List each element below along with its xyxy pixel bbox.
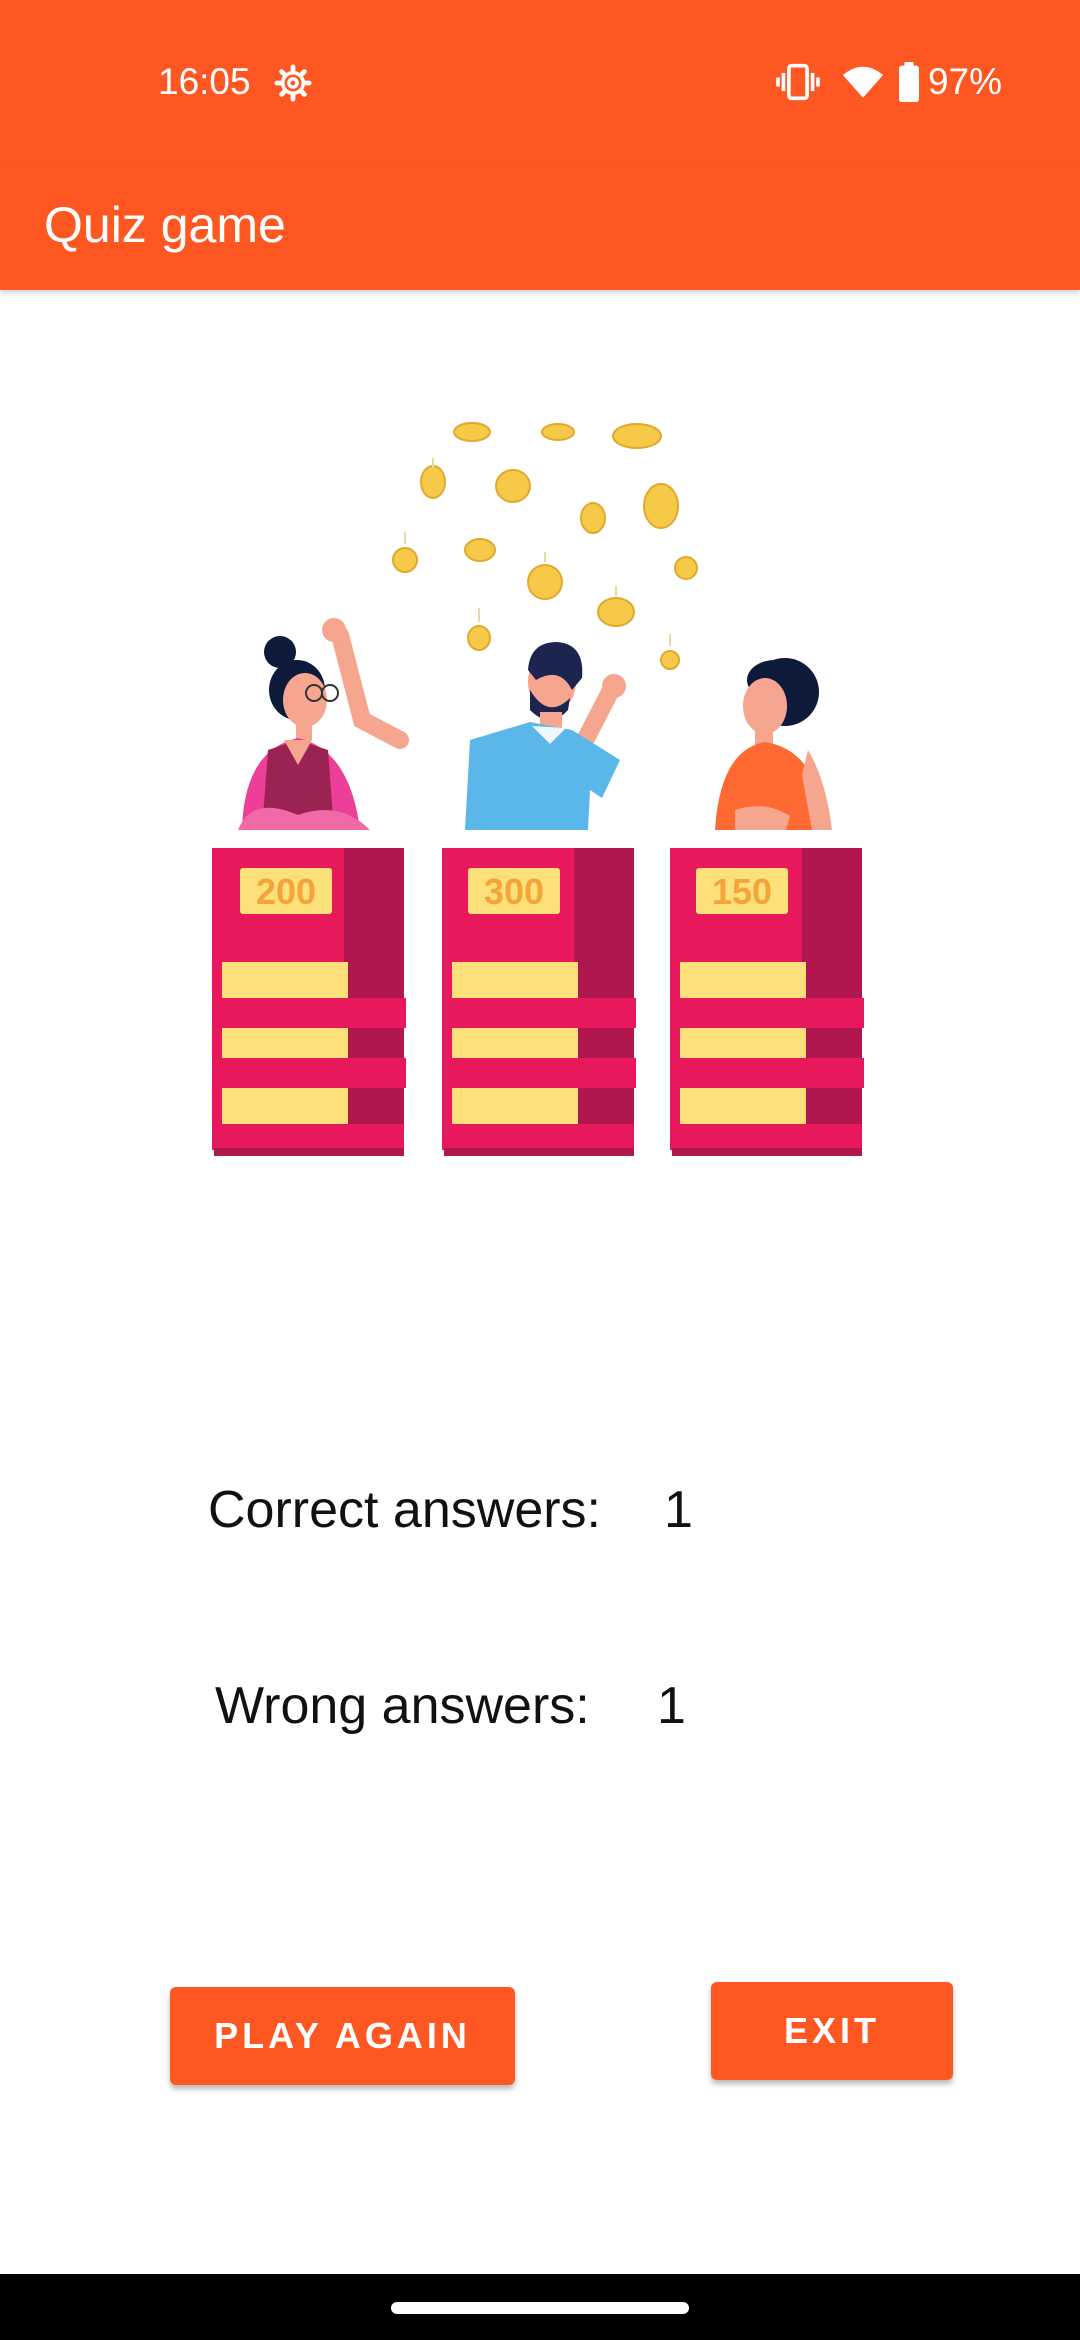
quiz-show-illustration: 200 300 150	[212, 422, 864, 1156]
status-bar: 16:05 97%	[0, 0, 1080, 165]
wifi-icon	[842, 64, 884, 100]
wrong-answers-value: 1	[657, 1677, 686, 1735]
podium-score-middle: 300	[484, 871, 544, 912]
falling-coins	[392, 422, 698, 670]
battery-percent: 97%	[927, 61, 1002, 102]
system-navigation-bar	[0, 2274, 1080, 2340]
correct-answers-value: 1	[664, 1481, 693, 1539]
correct-answers-row: Correct answers: 1	[208, 1480, 808, 1540]
status-icons: 97%	[776, 60, 1002, 104]
podium-score-left: 200	[256, 871, 316, 912]
app-title: Quiz game	[44, 197, 286, 253]
play-again-button[interactable]: PLAY AGAIN	[170, 1987, 515, 2085]
contestant-right	[715, 658, 832, 830]
podium-score-right: 150	[712, 871, 772, 912]
correct-answers-label: Correct answers:	[208, 1481, 601, 1539]
wrong-answers-row: Wrong answers: 1	[215, 1676, 815, 1736]
exit-button[interactable]: EXIT	[711, 1982, 953, 2080]
home-gesture-handle[interactable]	[391, 2302, 689, 2314]
vibrate-icon	[776, 62, 820, 102]
quiz-result-screen: 16:05 97% Quiz game 200 300 150 Correct …	[0, 0, 1080, 2340]
battery-icon	[898, 62, 920, 102]
app-bar: Quiz game	[0, 165, 1080, 290]
settings-gear-icon	[274, 64, 312, 102]
status-time: 16:05	[158, 61, 251, 102]
wrong-answers-label: Wrong answers:	[215, 1677, 590, 1735]
